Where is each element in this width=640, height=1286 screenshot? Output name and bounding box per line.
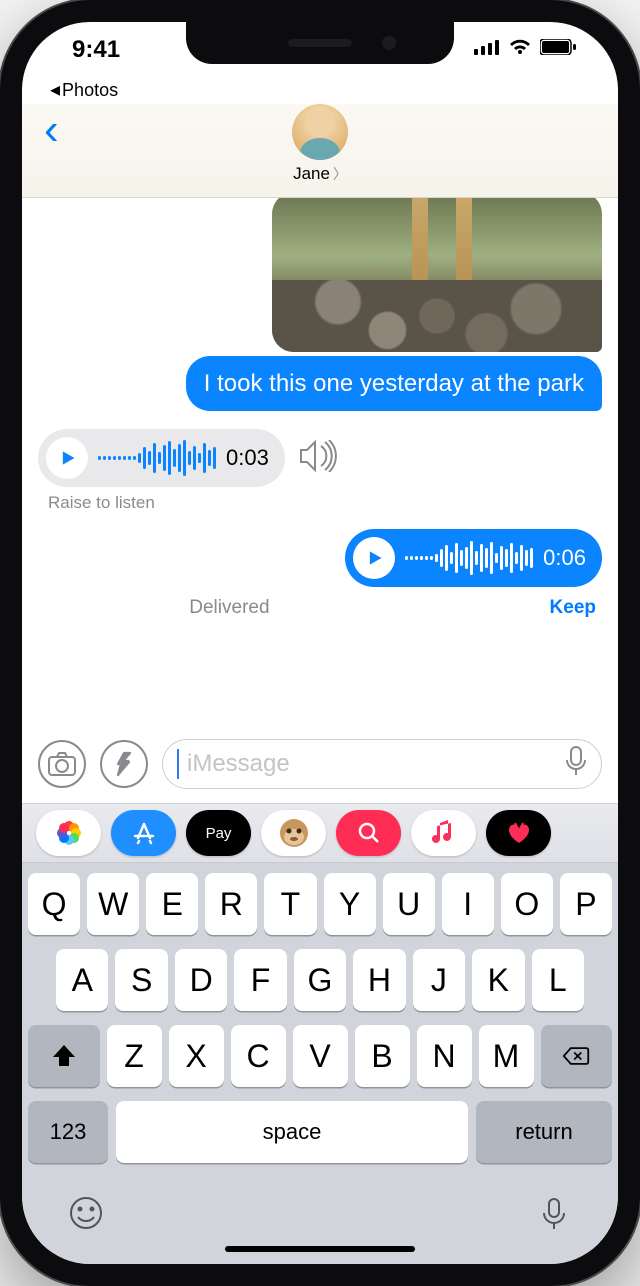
app-appstore[interactable] bbox=[111, 810, 176, 856]
key-j[interactable]: J bbox=[413, 949, 465, 1011]
audio-duration: 0:06 bbox=[543, 545, 586, 571]
breadcrumb-label: Photos bbox=[62, 80, 118, 101]
keep-button[interactable]: Keep bbox=[550, 597, 596, 619]
key-m[interactable]: M bbox=[479, 1025, 534, 1087]
app-applepay[interactable]: Pay bbox=[186, 810, 251, 856]
key-y[interactable]: Y bbox=[324, 873, 376, 935]
emoji-button[interactable] bbox=[68, 1195, 104, 1236]
received-audio-row: 0:03 bbox=[38, 429, 602, 487]
image-content bbox=[272, 280, 602, 352]
speaker-icon[interactable] bbox=[299, 440, 339, 477]
key-c[interactable]: C bbox=[231, 1025, 286, 1087]
app-music[interactable] bbox=[411, 810, 476, 856]
conversation-header: ‹ Jane 〉 bbox=[22, 104, 618, 198]
key-d[interactable]: D bbox=[175, 949, 227, 1011]
cell-signal-icon bbox=[474, 39, 500, 55]
key-q[interactable]: Q bbox=[28, 873, 80, 935]
audio-hint: Raise to listen bbox=[48, 493, 155, 513]
chevron-right-icon: 〉 bbox=[333, 164, 347, 184]
waveform bbox=[98, 438, 216, 478]
shift-key[interactable] bbox=[28, 1025, 100, 1087]
battery-icon bbox=[540, 39, 576, 55]
key-b[interactable]: B bbox=[355, 1025, 410, 1087]
key-t[interactable]: T bbox=[264, 873, 316, 935]
camera-button[interactable] bbox=[38, 740, 86, 788]
app-photos[interactable] bbox=[36, 810, 101, 856]
notch bbox=[186, 22, 454, 64]
key-v[interactable]: V bbox=[293, 1025, 348, 1087]
numbers-key[interactable]: 123 bbox=[28, 1101, 108, 1163]
received-audio-message[interactable]: 0:03 bbox=[38, 429, 285, 487]
sent-image-message[interactable] bbox=[272, 198, 602, 352]
device-frame: 9:41 ◂ Photos ‹ Jane 〉 bbox=[0, 0, 640, 1286]
key-r[interactable]: R bbox=[205, 873, 257, 935]
key-z[interactable]: Z bbox=[107, 1025, 162, 1087]
sent-audio-message[interactable]: 0:06 bbox=[345, 529, 602, 587]
key-i[interactable]: I bbox=[442, 873, 494, 935]
breadcrumb-back-icon: ◂ bbox=[50, 80, 60, 100]
key-s[interactable]: S bbox=[115, 949, 167, 1011]
space-key[interactable]: space bbox=[116, 1101, 468, 1163]
breadcrumb[interactable]: ◂ Photos bbox=[22, 76, 618, 104]
message-thread[interactable]: I took this one yesterday at the park 0:… bbox=[22, 198, 618, 723]
screen: 9:41 ◂ Photos ‹ Jane 〉 bbox=[22, 22, 618, 1264]
message-text: I took this one yesterday at the park bbox=[204, 370, 584, 397]
dictation-button[interactable] bbox=[565, 746, 587, 783]
contact-info[interactable]: Jane 〉 bbox=[292, 104, 348, 184]
key-a[interactable]: A bbox=[56, 949, 108, 1011]
keyboard: QWERTYUIOP ASDFGHJKL ZXCVBNM 123 space r… bbox=[22, 863, 618, 1264]
compose-bar: iMessage bbox=[22, 723, 618, 803]
key-u[interactable]: U bbox=[383, 873, 435, 935]
input-placeholder: iMessage bbox=[187, 750, 557, 778]
delivery-status: Delivered bbox=[189, 597, 269, 619]
key-e[interactable]: E bbox=[146, 873, 198, 935]
play-button[interactable] bbox=[46, 437, 88, 479]
app-memoji[interactable] bbox=[261, 810, 326, 856]
message-input[interactable]: iMessage bbox=[162, 739, 602, 789]
keyboard-row-1: QWERTYUIOP bbox=[28, 873, 612, 935]
app-strip[interactable]: Pay bbox=[22, 803, 618, 863]
contact-avatar bbox=[292, 104, 348, 160]
key-k[interactable]: K bbox=[472, 949, 524, 1011]
waveform bbox=[405, 538, 533, 578]
app-search[interactable] bbox=[336, 810, 401, 856]
key-h[interactable]: H bbox=[353, 949, 405, 1011]
back-button[interactable]: ‹ bbox=[44, 108, 59, 152]
key-o[interactable]: O bbox=[501, 873, 553, 935]
keyboard-row-2: ASDFGHJKL bbox=[28, 949, 612, 1011]
return-key[interactable]: return bbox=[476, 1101, 612, 1163]
earpiece bbox=[288, 39, 352, 47]
key-l[interactable]: L bbox=[532, 949, 584, 1011]
message-status-row: Delivered Keep bbox=[189, 597, 596, 619]
sent-text-message[interactable]: I took this one yesterday at the park bbox=[186, 356, 602, 411]
audio-duration: 0:03 bbox=[226, 445, 269, 471]
keyboard-row-4: 123 space return bbox=[28, 1101, 612, 1163]
dictation-key[interactable] bbox=[536, 1195, 572, 1236]
home-indicator[interactable] bbox=[225, 1246, 415, 1252]
keyboard-row-3: ZXCVBNM bbox=[28, 1025, 612, 1087]
wifi-icon bbox=[508, 38, 532, 56]
backspace-key[interactable] bbox=[541, 1025, 613, 1087]
key-p[interactable]: P bbox=[560, 873, 612, 935]
key-g[interactable]: G bbox=[294, 949, 346, 1011]
status-time: 9:41 bbox=[52, 34, 120, 64]
play-button[interactable] bbox=[353, 537, 395, 579]
key-n[interactable]: N bbox=[417, 1025, 472, 1087]
key-w[interactable]: W bbox=[87, 873, 139, 935]
text-cursor bbox=[177, 749, 179, 779]
key-x[interactable]: X bbox=[169, 1025, 224, 1087]
apps-button[interactable] bbox=[100, 740, 148, 788]
key-f[interactable]: F bbox=[234, 949, 286, 1011]
contact-name-label: Jane bbox=[293, 164, 330, 184]
app-digitaltouch[interactable] bbox=[486, 810, 551, 856]
front-camera bbox=[382, 36, 396, 50]
